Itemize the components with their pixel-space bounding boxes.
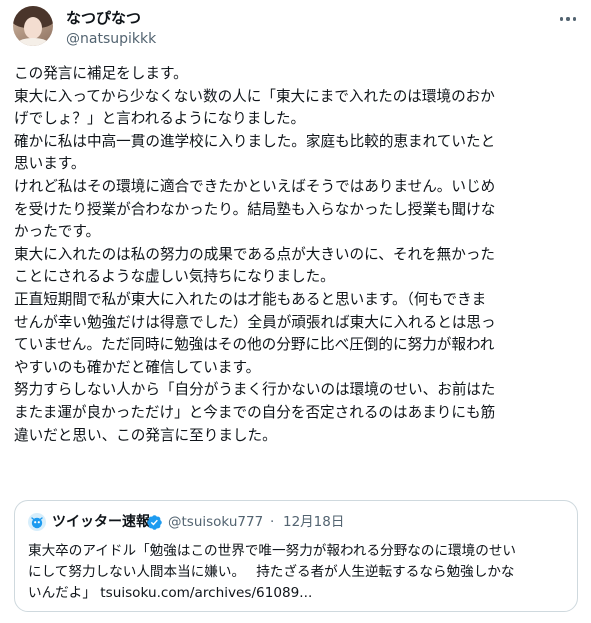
verified-badge-icon [147,515,162,530]
tweet-line: けれど私はその環境に適合できたかといえばそうではありません。いじめ [14,177,496,195]
tweet-line: かったです。 [14,223,101,241]
tweet-line: 東大に入ってから少なくない数の人に「東大にまで入れたのは環境のおか [14,87,495,105]
bird-logo-icon [28,513,46,531]
tweet-line: この発言に補足をします。 [14,65,188,82]
quoted-handle[interactable]: @tsuisoku777 [168,512,263,532]
tweet-line: 違いだと思い、この発言に至りました。 [14,426,277,444]
dot-icon [559,17,564,21]
tweet-line: 努力すらしない人から「自分がうまく行かないのは環境のせい、お前はた [14,381,496,399]
tweet-text: この発言に補足をします。 東大に入ってから少なくない数の人に「東大にまで入れたの… [14,63,582,447]
quoted-display-name[interactable]: ツイッター速報 [52,512,150,532]
dot-icon [566,17,570,21]
quoted-date[interactable]: 12月18日 [283,512,344,532]
author-avatar[interactable] [13,6,53,46]
tweet-line: 正直短期間で私が東大に入れたのは才能もあると思います。（何もできま [14,290,487,308]
tweet-line: げでしょ？」と言われるようになりました。 [14,110,306,128]
tweet-line: やすいのも確かだと確信しています。 [14,358,261,376]
tweet-line: せんが幸い勉強だけは得意でした）全員が頑張れば東大に入れるとは思っ [14,313,496,331]
author-display-name[interactable]: なつぴなつ [66,8,141,28]
quoted-line: いんだよ」 tsuisoku.com/archives/61089... [28,585,313,601]
tweet-line: ことにされるような虚しい気持ちになりました。 [14,268,335,286]
quoted-line: にして努力しない人間本当に嫌い。 持たざる者が人生逆転するなら勉強しかな [28,564,515,580]
quoted-tweet[interactable]: ツイッター速報 @tsuisoku777 · 12月18日 東大卒のアイドル「勉… [14,500,578,612]
tweet-line: 思います。 [14,155,86,173]
tweet-line: またま運が良かっただけ」と今までの自分を否定されるのはあまりにも筋 [14,403,496,421]
quoted-avatar[interactable] [28,513,46,531]
quoted-line: 東大卒のアイドル「勉強はこの世界で唯一努力が報われる分野なのに環境のせい [28,543,517,559]
tweet-line: 確かに私は中高一貫の進学校に入りました。家庭も比較的恵まれていたと [14,132,496,150]
quoted-text: 東大卒のアイドル「勉強はこの世界で唯一努力が報われる分野なのに環境のせい にして… [28,541,568,604]
author-handle[interactable]: @natsupikkk [66,30,156,48]
more-options-button[interactable] [553,9,583,29]
separator-dot: · [270,514,275,530]
tweet-line: を受けたり授業が合わなかったり。結局塾も入らなかったし授業も聞けな [14,200,496,218]
tweet-line: ていません。ただ同時に勉強はその他の分野に比べ圧倒的に努力が報われ [14,336,495,354]
tweet-line: 東大に入れたのは私の努力の成果である点が大きいのに、それを無かった [14,245,496,263]
dot-icon [572,17,577,21]
tweet-card: なつぴなつ @natsupikkk この発言に補足をします。 東大に入ってから少… [0,0,591,623]
